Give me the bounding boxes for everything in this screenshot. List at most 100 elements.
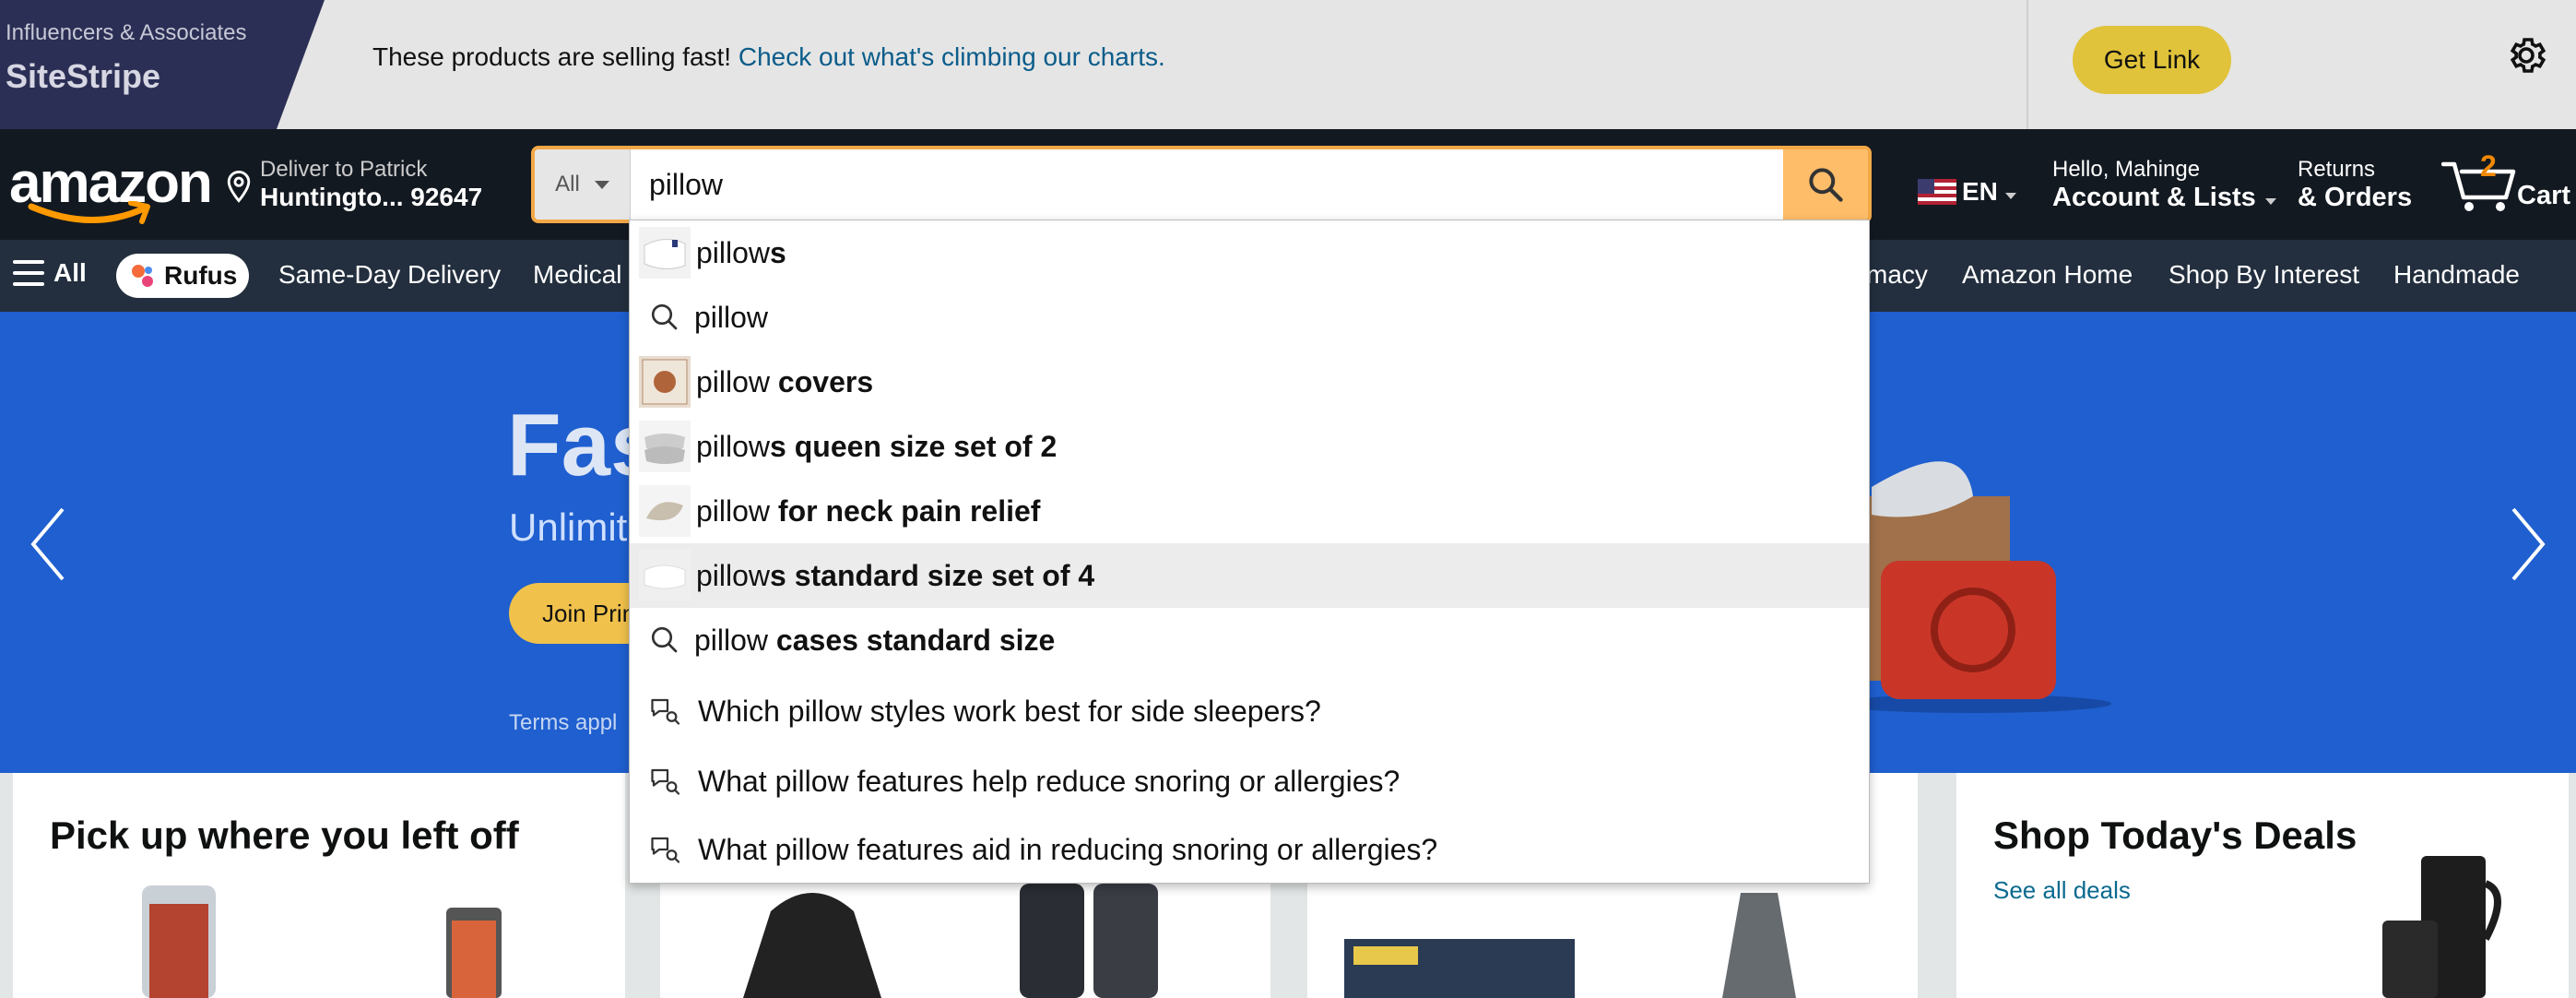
ai-question-item[interactable]: What pillow features aid in reducing sno… (630, 814, 1869, 885)
us-flag-icon (1918, 179, 1956, 205)
aquarium-image[interactable] (1344, 939, 1575, 998)
sitestripe-brand-title: SiteStripe (6, 57, 161, 95)
account-lists-text: Account & Lists (2052, 183, 2256, 212)
card-pick-up-title: Pick up where you left off (50, 814, 519, 857)
search-category-label: All (555, 172, 580, 196)
chevron-down-icon (2004, 192, 2016, 199)
sitestripe-bar: Influencers & Associates SiteStripe Thes… (0, 0, 2576, 129)
standard-pillows-thumbnail-icon (639, 550, 691, 601)
account-lists[interactable]: Hello, Mahinge Account & Lists (2052, 157, 2276, 213)
suggestion-bold: s queen size set of 2 (770, 429, 1058, 463)
suggestion-prefix: pillow (696, 558, 771, 592)
phone-image[interactable] (1010, 884, 1176, 998)
search-category-select[interactable]: All (535, 149, 631, 220)
hero-terms[interactable]: Terms appl (509, 710, 617, 736)
neck-pillow-thumbnail-icon (639, 485, 691, 537)
sitestripe-charts-link[interactable]: Check out what's climbing our charts. (739, 42, 1165, 71)
amazon-smile-icon (28, 201, 150, 224)
search-icon (651, 303, 678, 330)
suggestion-bold: cases standard size (775, 623, 1056, 657)
cart-label: Cart (2517, 181, 2571, 210)
nav-item-handmade[interactable]: Handmade (2393, 260, 2520, 290)
blender-image-2[interactable] (428, 902, 529, 998)
search-button[interactable] (1783, 149, 1868, 220)
carousel-next-icon[interactable] (2506, 505, 2550, 583)
returns-orders[interactable]: Returns & Orders (2298, 157, 2412, 213)
suggestion-item[interactable]: pillow cases standard size (630, 608, 1869, 672)
suggestion-item[interactable]: pillow (630, 285, 1869, 350)
nav-item-medical[interactable]: Medical (533, 260, 621, 290)
search-suggestions: pillows pillow pillow covers pillows que… (629, 220, 1870, 884)
hamburger-icon (13, 260, 44, 286)
suggestion-bold: for neck pain relief (777, 493, 1041, 528)
ai-question-text: What pillow features aid in reducing sno… (698, 832, 1438, 866)
suggestion-prefix: pillow (696, 235, 771, 269)
nav-all-menu[interactable]: All (13, 258, 87, 288)
french-press-image[interactable] (2375, 838, 2513, 998)
sitestripe-brand-subtitle: Influencers & Associates (6, 20, 247, 45)
deliver-to-location: Huntingto... 92647 (260, 183, 483, 211)
chevron-down-icon (2264, 198, 2276, 205)
hero-subtitle: Unlimit (509, 505, 628, 549)
gear-icon[interactable] (2504, 33, 2548, 77)
sitestripe-divider (2027, 0, 2028, 129)
sitestripe-message-text: These products are selling fast! (372, 42, 732, 71)
nav-item-same-day-delivery[interactable]: Same-Day Delivery (278, 260, 501, 290)
ai-question-text: Which pillow styles work best for side s… (698, 694, 1321, 728)
suggestion-item[interactable]: pillows queen size set of 2 (630, 414, 1869, 479)
card-todays-deals: Shop Today's Deals See all deals (1956, 773, 2569, 998)
chevron-down-icon (594, 180, 609, 189)
suggestion-item[interactable]: pillow covers (630, 350, 1869, 414)
location-pin-icon (227, 170, 251, 203)
deliver-to-label: Deliver to Patrick (260, 157, 428, 182)
card-pick-up: Pick up where you left off (13, 773, 625, 998)
hoodie-image[interactable] (734, 884, 891, 998)
suggestion-item[interactable]: pillow for neck pain relief (630, 479, 1869, 543)
ai-chat-icon (651, 768, 680, 795)
suggestion-bold: s standard size set of 4 (770, 558, 1095, 592)
cart[interactable]: 2 Cart (2441, 149, 2576, 218)
nav-all-label: All (53, 258, 87, 287)
search-bar: All (531, 146, 1872, 223)
search-icon (1809, 168, 1843, 202)
orders-label: & Orders (2298, 183, 2413, 212)
language-selector[interactable]: EN (1918, 177, 2016, 207)
returns-label: Returns (2298, 157, 2376, 182)
pillows-set-thumbnail-icon (639, 421, 691, 472)
pillow-cover-thumbnail-icon (639, 356, 691, 408)
ai-question-item[interactable]: What pillow features help reduce snoring… (630, 746, 1869, 816)
pillow-thumbnail-icon (639, 227, 691, 279)
blender-image[interactable] (124, 876, 253, 998)
ornament-image[interactable] (1695, 884, 1824, 998)
suggestion-prefix: pillow (696, 429, 771, 463)
suggestion-prefix: pillow (694, 623, 776, 657)
amazon-logo[interactable]: amazon (9, 155, 213, 224)
ai-chat-icon (651, 698, 680, 725)
suggestion-prefix: pillow (696, 493, 778, 528)
suggestion-bold: s (770, 235, 786, 269)
suggestion-item-selected[interactable]: pillows standard size set of 4 (630, 543, 1869, 608)
carousel-prev-icon[interactable] (26, 505, 70, 583)
nav-item-amazon-home[interactable]: Amazon Home (1962, 260, 2133, 290)
search-input[interactable] (632, 149, 1783, 220)
rufus-label: Rufus (164, 261, 238, 290)
rufus-button[interactable]: Rufus (116, 254, 249, 298)
language-label: EN (1962, 177, 1998, 206)
cart-count: 2 (2480, 149, 2497, 183)
get-link-button[interactable]: Get Link (2073, 26, 2231, 94)
card-deals-title: Shop Today's Deals (1993, 814, 2357, 857)
suggestion-prefix: pillow (696, 364, 778, 398)
nav-item-shop-by-interest[interactable]: Shop By Interest (2168, 260, 2359, 290)
ai-chat-icon (651, 837, 680, 863)
hero-product-image (1835, 461, 2111, 713)
account-greeting: Hello, Mahinge (2052, 157, 2201, 182)
see-all-deals-link[interactable]: See all deals (1993, 876, 2131, 905)
ai-question-text: What pillow features help reduce snoring… (698, 764, 1400, 798)
search-icon (651, 626, 678, 653)
suggestion-item[interactable]: pillows (630, 220, 1869, 285)
ai-question-item[interactable]: Which pillow styles work best for side s… (630, 676, 1869, 746)
suggestion-text: pillow (694, 300, 769, 334)
suggestion-bold: covers (777, 364, 874, 398)
sitestripe-message: These products are selling fast! Check o… (372, 42, 1165, 72)
nav-item-pharmacy[interactable]: macy (1866, 260, 1928, 290)
